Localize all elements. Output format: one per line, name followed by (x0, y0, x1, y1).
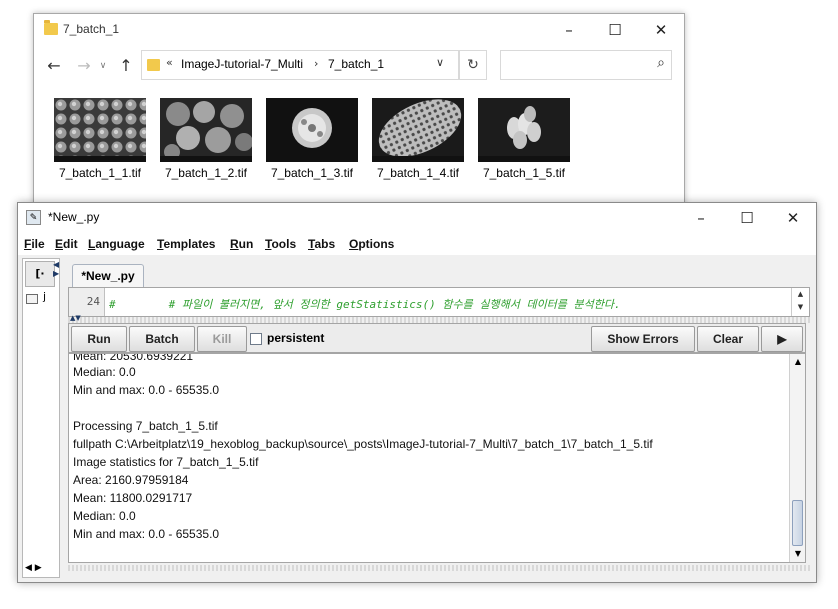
menu-language[interactable]: Language (88, 237, 145, 251)
output-line: Min and max: 0.0 - 65535.0 (73, 383, 220, 397)
script-editor-window: ✎ *New_.py – ☐ ✕ File Edit Language Temp… (17, 202, 817, 583)
address-bar[interactable]: « ImageJ-tutorial-7_Multi › 7_batch_1 ∨ (141, 50, 459, 80)
search-icon: ⌕ (657, 55, 665, 71)
file-tree-tab[interactable]: [· (25, 261, 55, 287)
file-thumbnail-3[interactable] (266, 98, 358, 162)
output-line: fullpath C:\Arbeitplatz\19_hexoblog_back… (73, 437, 653, 451)
code-scrollbar[interactable]: ▲ ▼ (791, 288, 809, 316)
kill-button[interactable]: Kill (197, 326, 247, 352)
folder-icon (26, 294, 38, 304)
file-thumbnail-2[interactable] (160, 98, 252, 162)
forward-arrow-icon[interactable]: → (72, 54, 96, 78)
resize-grip[interactable] (68, 565, 810, 571)
breadcrumb-chevron-icon[interactable]: › (314, 57, 318, 70)
close-button[interactable]: ✕ (638, 16, 684, 44)
output-line: Area: 2160.97959184 (73, 473, 189, 487)
refresh-icon[interactable]: ↻ (459, 50, 487, 80)
show-errors-button[interactable]: Show Errors (591, 326, 695, 352)
menu-templates[interactable]: Templates (157, 237, 215, 251)
maximize-button[interactable]: ☐ (592, 16, 638, 44)
line-number: 24 (69, 288, 105, 316)
batch-button[interactable]: Batch (129, 326, 195, 352)
output-line: Mean: 20530.6939221 (73, 353, 194, 363)
editor-close-button[interactable]: ✕ (770, 204, 816, 232)
editor-minimize-button[interactable]: – (678, 204, 724, 232)
file-tree-item[interactable]: j (43, 290, 46, 303)
menu-options[interactable]: Options (349, 237, 394, 251)
menu-tabs[interactable]: Tabs (308, 237, 335, 251)
next-arrow-icon[interactable]: ▶ (761, 326, 803, 352)
menu-file[interactable]: File (24, 237, 45, 251)
output-line: Mean: 11800.0291717 (73, 491, 193, 505)
file-name-2[interactable]: 7_batch_1_2.tif (156, 166, 256, 180)
search-input[interactable]: ⌕ (500, 50, 672, 80)
up-arrow-icon[interactable]: ↑ (114, 54, 138, 78)
splitter-arrows-icon[interactable]: ◀ ▶ (53, 260, 59, 278)
sem-image-pollen-cluster-1 (54, 98, 146, 162)
output-line: Processing 7_batch_1_5.tif (73, 419, 218, 433)
sem-image-single-pollen (266, 98, 358, 162)
sem-image-pollen-grains (478, 98, 570, 162)
imagej-app-icon: ✎ (26, 210, 41, 225)
back-arrow-icon[interactable]: ← (42, 54, 66, 78)
scroll-thumb[interactable] (792, 500, 803, 546)
run-toolbar: Run Batch Kill persistent Show Errors Cl… (68, 323, 806, 353)
sem-image-pollen-cluster-2 (160, 98, 252, 162)
output-console[interactable]: Mean: 20530.6939221 Median: 0.0 Min and … (68, 353, 806, 563)
output-scrollbar[interactable]: ▲ ▼ (789, 354, 805, 562)
code-editor[interactable]: 24 # # 파일이 불러지면, 앞서 정의한 getStatistics() … (68, 287, 810, 317)
explorer-title: 7_batch_1 (63, 22, 120, 36)
output-line: Median: 0.0 (73, 365, 136, 379)
menu-bar: File Edit Language Templates Run Tools T… (18, 233, 816, 255)
menu-tools[interactable]: Tools (265, 237, 296, 251)
persistent-label: persistent (267, 331, 325, 345)
divider-arrows-icon[interactable]: ▲▼ (70, 314, 81, 322)
scroll-up-arrow-icon[interactable]: ▲ (790, 354, 805, 370)
editor-title: *New_.py (48, 210, 100, 224)
breadcrumb-parent[interactable]: ImageJ-tutorial-7_Multi (181, 57, 303, 71)
recent-locations-chevron-icon[interactable]: ∨ (96, 54, 110, 78)
run-button[interactable]: Run (71, 326, 127, 352)
file-name-3[interactable]: 7_batch_1_3.tif (262, 166, 362, 180)
editor-maximize-button[interactable]: ☐ (724, 204, 770, 232)
code-line[interactable]: # # 파일이 불러지면, 앞서 정의한 getStatistics() 함수를… (109, 296, 621, 312)
editor-titlebar: ✎ *New_.py – ☐ ✕ (18, 203, 816, 233)
persistent-checkbox[interactable] (250, 333, 262, 345)
file-thumbnail-4[interactable] (372, 98, 464, 162)
horizontal-scroll-arrows[interactable]: ◀ ▶ (25, 563, 55, 576)
output-line: Image statistics for 7_batch_1_5.tif (73, 455, 259, 469)
file-thumbnail-1[interactable] (54, 98, 146, 162)
output-line: Min and max: 0.0 - 65535.0 (73, 527, 220, 541)
file-name-4[interactable]: 7_batch_1_4.tif (368, 166, 468, 180)
menu-edit[interactable]: Edit (55, 237, 78, 251)
file-name-5[interactable]: 7_batch_1_5.tif (474, 166, 574, 180)
address-folder-icon (147, 59, 160, 71)
address-dropdown-chevron-icon[interactable]: ∨ (436, 56, 444, 69)
minimize-button[interactable]: – (546, 16, 592, 44)
explorer-window: 7_batch_1 – ☐ ✕ ← → ∨ ↑ « ImageJ-tutoria… (33, 13, 685, 213)
tab-new-py[interactable]: *New_.py (72, 264, 144, 287)
scroll-down-arrow-icon[interactable]: ▼ (790, 546, 805, 562)
file-thumbnail-5[interactable] (478, 98, 570, 162)
clear-button[interactable]: Clear (697, 326, 759, 352)
sem-image-pollen-surface (372, 98, 464, 162)
breadcrumb-current[interactable]: 7_batch_1 (328, 57, 384, 71)
file-name-1[interactable]: 7_batch_1_1.tif (50, 166, 150, 180)
file-tree-pane: [· j ◀ ▶ (22, 258, 60, 578)
folder-icon (44, 20, 58, 35)
output-line: Median: 0.0 (73, 509, 136, 523)
address-overflow-chevron[interactable]: « (166, 56, 173, 69)
menu-run[interactable]: Run (230, 237, 253, 251)
